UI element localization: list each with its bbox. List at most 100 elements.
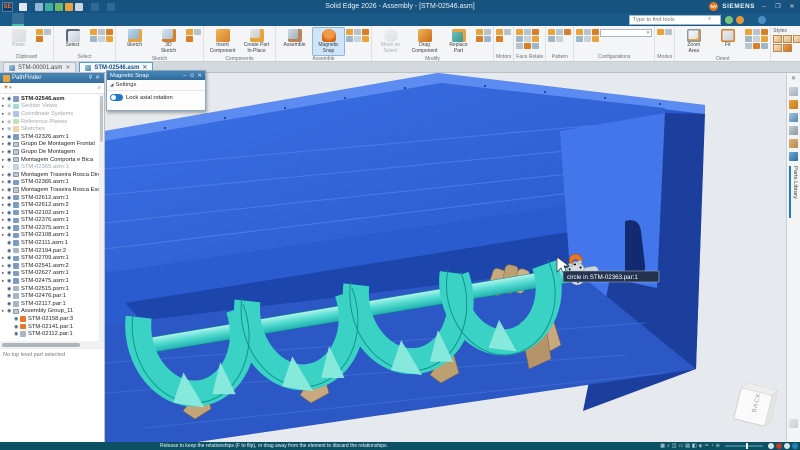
small-tool-icon[interactable]	[362, 29, 369, 35]
viewport-3d[interactable]: circle in STM-02363.par:1 BACK	[105, 73, 786, 442]
magnetic-snap-button[interactable]: Magnetic Snap	[312, 27, 345, 56]
ribbon-minimize-icon[interactable]	[769, 16, 776, 24]
tree-row[interactable]: ▸ ◉ STM-02627.asm:1	[0, 270, 104, 278]
small-tool-icon[interactable]	[761, 36, 768, 42]
find-tools-input[interactable]	[630, 17, 708, 23]
sketch-button[interactable]: Sketch	[118, 27, 151, 51]
small-tool-icon[interactable]	[354, 29, 361, 35]
whats-new-icon[interactable]	[747, 16, 755, 24]
small-tool-icon[interactable]	[745, 43, 752, 49]
ribbon-tab[interactable]	[144, 13, 156, 26]
status-tool-icon[interactable]: ⊖	[716, 442, 720, 450]
status-tool-icon[interactable]: ▤	[685, 442, 690, 450]
tree-row[interactable]: ▾ ◉ STM-02546.asm	[0, 95, 104, 103]
lock-axial-rotation-toggle[interactable]	[110, 94, 123, 101]
small-tool-icon[interactable]	[476, 29, 483, 35]
small-tool-icon[interactable]	[665, 29, 672, 35]
tree-row[interactable]: ▸ ◉ STM-02108.asm:1	[0, 232, 104, 240]
status-tool-icon[interactable]: ✑	[705, 442, 709, 450]
zoom-slider[interactable]	[725, 445, 763, 447]
small-tool-icon[interactable]	[532, 43, 539, 49]
magnetic-snap-dialog[interactable]: Magnetic Snap ─ ⊙ ✕ ◢ Settings Lock axia…	[106, 70, 206, 111]
tree-vertical-scrollbar[interactable]	[99, 94, 104, 341]
small-tool-icon[interactable]	[90, 29, 97, 35]
filter-caret-icon[interactable]: ▾	[9, 85, 12, 91]
small-tool-icon[interactable]	[346, 29, 353, 35]
tree-row[interactable]: ▸ ◉ Coordinate Systems	[0, 110, 104, 118]
tree-row[interactable]: ▸ ◉ STM-02376.asm:1	[0, 217, 104, 225]
pathfinder-header[interactable]: PathFinder ⊽ ✕	[0, 73, 104, 83]
tree-row[interactable]: ▸ ◉ Reference Planes	[0, 118, 104, 126]
minimize-button[interactable]: ─	[759, 4, 769, 10]
tools-icon[interactable]	[789, 100, 798, 109]
small-tool-icon[interactable]	[592, 36, 599, 42]
user-avatar[interactable]: NV	[709, 2, 718, 11]
status-tool-icon[interactable]: ◧	[692, 442, 697, 450]
tree-row[interactable]: ▸ ◉ Montagem Traseira Rosca Esquerda	[0, 186, 104, 194]
small-tool-icon[interactable]	[524, 36, 531, 42]
select-button[interactable]: Select	[56, 27, 89, 51]
small-tool-icon[interactable]	[496, 36, 503, 42]
small-tool-icon[interactable]	[576, 29, 583, 35]
manage-icon[interactable]	[65, 3, 73, 11]
tree-row[interactable]: ▸ ◉ Grupo De Montagem	[0, 148, 104, 156]
parts-library-tab[interactable]: Parts Library	[789, 166, 798, 218]
small-tool-icon[interactable]	[761, 29, 768, 35]
move-on-select-button[interactable]: Move on Select	[374, 27, 407, 56]
small-tool-icon[interactable]	[753, 43, 760, 49]
tree-row[interactable]: ▸ ◉ STM-02709.asm:1	[0, 254, 104, 262]
small-tool-icon[interactable]	[745, 36, 752, 42]
small-tool-icon[interactable]	[90, 36, 97, 42]
tree-row[interactable]: ▸ ◉ STM-02366.asm:1	[0, 179, 104, 187]
small-tool-icon[interactable]	[106, 29, 113, 35]
small-tool-icon[interactable]	[584, 29, 591, 35]
small-tool-icon[interactable]	[346, 36, 353, 42]
help-icon[interactable]	[758, 16, 766, 24]
small-tool-icon[interactable]	[504, 29, 511, 35]
style-cube-icon[interactable]	[783, 35, 792, 43]
status-tool-icon[interactable]: ⬖	[699, 442, 703, 450]
feedback-sad-icon[interactable]	[736, 16, 744, 24]
tree-row[interactable]: ▸ ◉ STM-02375.asm:1	[0, 224, 104, 232]
ribbon-tab[interactable]	[132, 13, 144, 26]
tree-row[interactable]: ▸ ◉ Sketches	[0, 125, 104, 133]
customize-caret-icon[interactable]	[117, 3, 121, 11]
status-circle-button[interactable]	[784, 443, 790, 449]
tree-row[interactable]: ▸ ◉ STM-02475.asm:1	[0, 277, 104, 285]
small-tool-icon[interactable]	[761, 43, 768, 49]
image-icon[interactable]	[789, 113, 798, 122]
tree-row[interactable]: ▸ ◉ Section Views	[0, 103, 104, 111]
replace-part-button[interactable]: Replace Part	[442, 27, 475, 56]
small-tool-icon[interactable]	[532, 29, 539, 35]
tree-row[interactable]: ▸ ◉ Montagem Comporta e Bica	[0, 156, 104, 164]
pathfinder-close-icon[interactable]: ✕	[94, 75, 101, 81]
undo-icon[interactable]	[91, 3, 99, 11]
tree-row[interactable]: ▸ ○ STM-02365.asm:1	[0, 163, 104, 171]
find-tools-box[interactable]: ⌕	[629, 15, 721, 25]
tree-horizontal-scrollbar[interactable]	[0, 341, 104, 348]
ribbon-tab[interactable]	[12, 13, 24, 26]
layers-icon[interactable]	[789, 126, 798, 135]
ribbon-close-icon[interactable]	[789, 16, 796, 24]
dialog-close-icon[interactable]: ✕	[197, 73, 202, 79]
ribbon-tab[interactable]	[0, 13, 12, 26]
ribbon-tab[interactable]	[24, 13, 36, 26]
ribbon-tab[interactable]	[60, 13, 72, 26]
ribbon-restore-icon[interactable]	[779, 16, 786, 24]
insert-component-button[interactable]: Insert Component	[206, 27, 239, 56]
dialog-options-icon[interactable]: ⊙	[190, 73, 195, 79]
web-icon[interactable]	[789, 152, 798, 161]
solid-edge-logo-icon[interactable]: SE	[2, 2, 13, 12]
ribbon-tab[interactable]	[120, 13, 132, 26]
small-tool-icon[interactable]	[186, 29, 193, 35]
ribbon-tab[interactable]	[108, 13, 120, 26]
tree-row[interactable]: ◉ STM-02112.par:1	[0, 330, 104, 338]
feedback-happy-icon[interactable]	[725, 16, 733, 24]
tree-row[interactable]: ▸ ◉ STM-02102.asm:1	[0, 209, 104, 217]
small-tool-icon[interactable]	[584, 36, 591, 42]
small-tool-icon[interactable]	[186, 36, 193, 42]
tree-row[interactable]: ▸ ◉ Montagem Traseira Rosca Direita	[0, 171, 104, 179]
pathfinder-pin-icon[interactable]: ⊽	[87, 75, 94, 81]
new-document-icon[interactable]	[19, 3, 27, 11]
dropdown-select[interactable]: ▾	[600, 29, 652, 37]
